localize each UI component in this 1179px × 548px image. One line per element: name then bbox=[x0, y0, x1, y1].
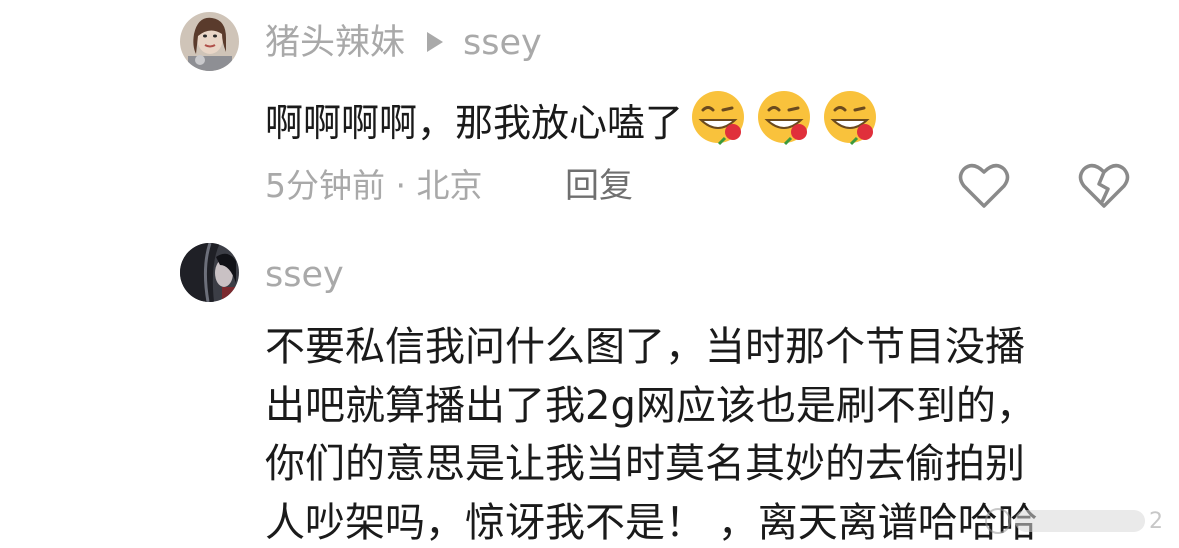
reply-to-arrow-icon bbox=[427, 32, 444, 52]
grin-with-rose-emoji bbox=[758, 91, 811, 146]
commenter-2-username[interactable]: ssey bbox=[265, 254, 344, 296]
comment-1-time-location: 5分钟前 · 北京 bbox=[265, 166, 483, 205]
grin-with-rose-emoji bbox=[824, 91, 877, 146]
heart-outline-icon[interactable] bbox=[958, 162, 1010, 210]
grin-with-rose-emoji bbox=[692, 91, 745, 146]
broken-heart-icon[interactable] bbox=[1078, 162, 1130, 210]
watermark-handle bbox=[1015, 510, 1145, 532]
commenter-1-header: 猪头辣妹 ssey bbox=[265, 22, 542, 64]
reply-button[interactable]: 回复 bbox=[565, 166, 633, 206]
comment-2-line-3: 你们的意思是让我当时莫名其妙的去偷拍别 bbox=[265, 441, 1025, 487]
avatar-commenter-2[interactable] bbox=[180, 243, 239, 302]
commenter-1-username[interactable]: 猪头辣妹 bbox=[265, 23, 405, 63]
watermark: 2 bbox=[985, 506, 1163, 536]
comment-1-message: 啊啊啊啊，那我放心嗑了 bbox=[265, 101, 684, 145]
watermark-logo-icon bbox=[985, 508, 1011, 534]
emoji-row bbox=[689, 88, 887, 161]
comment-2-line-2: 出吧就算播出了我2g网应该也是刷不到的， bbox=[265, 382, 1036, 429]
watermark-suffix: 2 bbox=[1149, 508, 1163, 534]
reply-to-username[interactable]: ssey bbox=[463, 23, 542, 63]
comment-thread: 猪头辣妹 ssey 啊啊啊啊，那我放心嗑了 5分钟前 · 北京 回复 ssey … bbox=[0, 0, 1179, 548]
avatar-commenter-1[interactable] bbox=[180, 12, 239, 71]
comment-1-text: 啊啊啊啊，那我放心嗑了 bbox=[265, 88, 887, 161]
comment-2-line-1: 不要私信我问什么图了，当时那个节目没播 bbox=[265, 324, 1025, 370]
